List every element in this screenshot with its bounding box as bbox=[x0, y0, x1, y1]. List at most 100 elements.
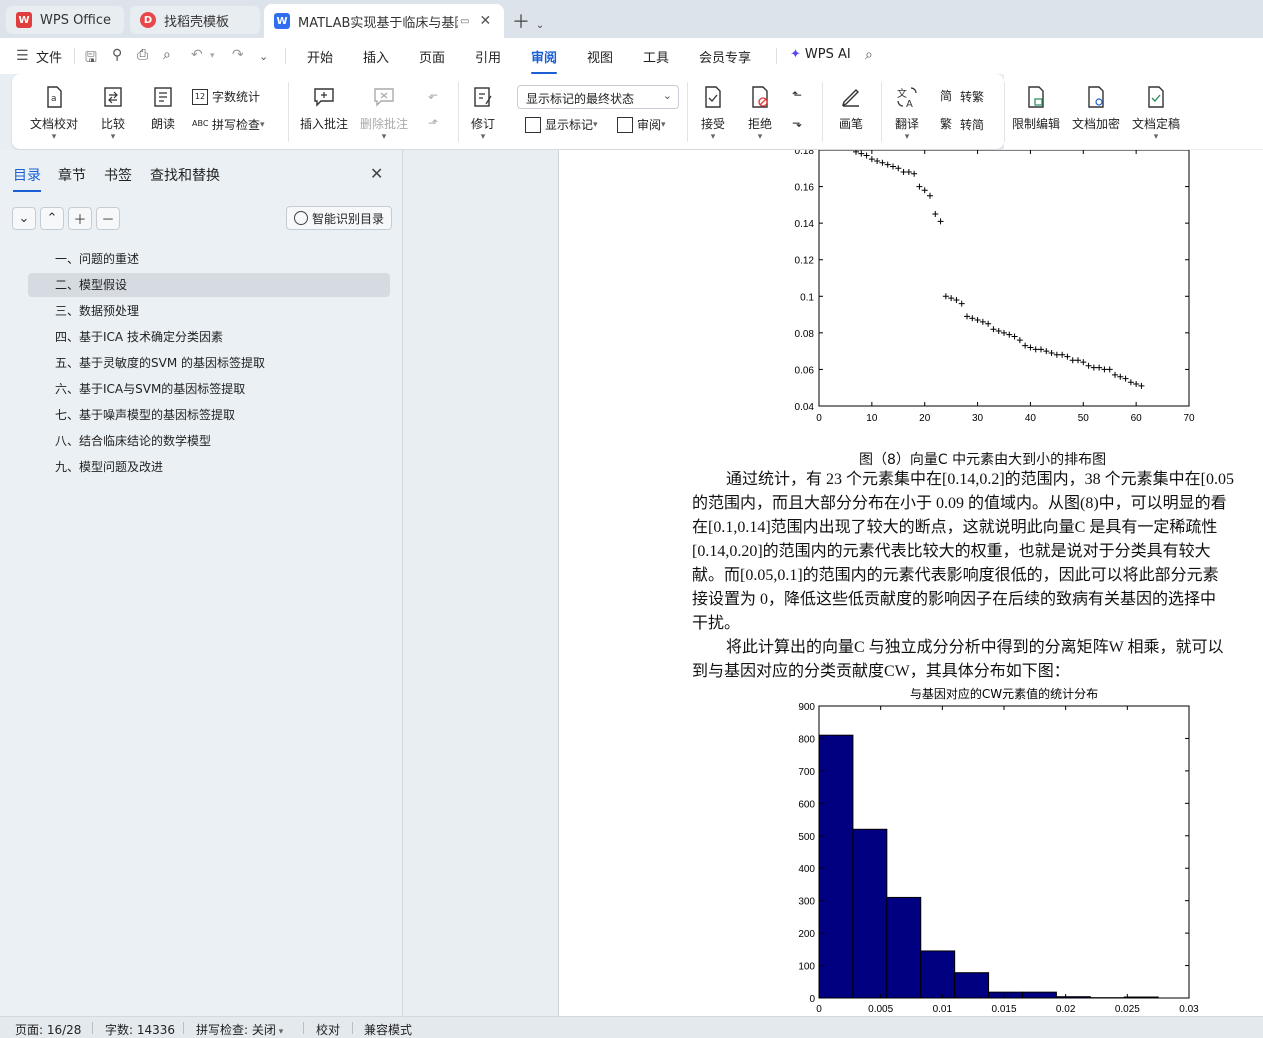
print-preview-icon[interactable]: ⌕ bbox=[163, 47, 171, 63]
compare-button[interactable]: 比较 bbox=[100, 84, 126, 142]
chevron-down-icon[interactable]: ⌄ bbox=[259, 50, 268, 63]
tab-find-replace[interactable]: 查找和替换 bbox=[150, 165, 220, 185]
paragraph-2: 将此计算出的向量C 与独立成分分析中得到的分离矩阵W 相乘，就可以 到与基因对应… bbox=[692, 636, 1263, 684]
proofread-status[interactable]: 校对 bbox=[316, 1021, 340, 1038]
tab-current-document[interactable]: W MATLAB实现基于临床与基因 ▭ ✕ bbox=[264, 4, 504, 38]
chevron-up-icon: ⌃ bbox=[46, 211, 58, 226]
hamburger-icon[interactable]: ☰ bbox=[16, 48, 29, 64]
accept-button[interactable]: 接受 bbox=[700, 84, 726, 142]
read-aloud-label: 朗读 bbox=[150, 117, 175, 131]
share-icon[interactable]: ⚲ bbox=[112, 47, 122, 63]
divider bbox=[288, 82, 289, 142]
tab-wps-office[interactable]: W WPS Office bbox=[6, 6, 124, 34]
histogram-bar bbox=[954, 972, 990, 999]
restrict-edit-button[interactable]: 限制编辑 bbox=[1012, 84, 1060, 132]
word-count-button[interactable]: 12 字数统计 bbox=[192, 88, 260, 105]
word-count-icon: 12 bbox=[192, 88, 208, 105]
x-tick-label: 0.02 bbox=[1056, 1004, 1076, 1015]
insert-comment-button[interactable]: 插入批注 bbox=[300, 84, 348, 132]
menu-file[interactable]: 文件 bbox=[36, 47, 62, 66]
toc-item[interactable]: 四、基于ICA 技术确定分类因素 bbox=[28, 325, 390, 349]
review-pane-button[interactable]: 审阅 bbox=[617, 116, 666, 133]
smart-toc-button[interactable]: 智能识别目录 bbox=[286, 206, 393, 230]
spell-check-button[interactable]: ABC 拼写检查 bbox=[192, 116, 265, 133]
menu-tools[interactable]: 工具 bbox=[643, 47, 669, 66]
next-comment-icon[interactable]: ⬏ bbox=[428, 116, 438, 130]
to-simplified-button[interactable]: 繁 转简 bbox=[940, 116, 984, 133]
toc-item[interactable]: 五、基于灵敏度的SVM 的基因标签提取 bbox=[28, 351, 390, 375]
expand-button[interactable]: ⌃ bbox=[40, 207, 64, 230]
doc-check-button[interactable]: a 文档校对 bbox=[30, 84, 78, 142]
read-aloud-button[interactable]: 朗读 bbox=[150, 84, 176, 132]
data-point bbox=[1038, 346, 1044, 353]
lock-doc-icon bbox=[1023, 84, 1049, 110]
menu-wps-ai[interactable]: ✦ WPS AI bbox=[790, 47, 851, 62]
track-changes-button[interactable]: 修订 bbox=[470, 84, 496, 142]
doc-check-icon: a bbox=[41, 84, 67, 110]
toc-item[interactable]: 八、结合临床结论的数学模型 bbox=[28, 429, 390, 453]
tab-toc[interactable]: 目录 bbox=[13, 165, 41, 192]
next-change-icon[interactable]: ⬎ bbox=[792, 116, 802, 130]
pen-button[interactable]: 画笔 bbox=[838, 84, 864, 132]
y-tick-label: 0.04 bbox=[795, 402, 815, 413]
spell-check-status[interactable]: 拼写检查: 关闭 bbox=[196, 1021, 283, 1038]
close-icon[interactable]: ✕ bbox=[479, 13, 491, 29]
reject-button[interactable]: 拒绝 bbox=[747, 84, 773, 142]
show-markup-button[interactable]: 显示标记 bbox=[525, 116, 598, 133]
menu-view[interactable]: 视图 bbox=[587, 47, 613, 66]
prev-change-icon[interactable]: ⬑ bbox=[792, 88, 802, 102]
delete-comment-button[interactable]: 删除批注 bbox=[360, 84, 408, 142]
read-aloud-icon bbox=[150, 84, 176, 110]
toc-item[interactable]: 七、基于噪声模型的基因标签提取 bbox=[28, 403, 390, 427]
insert-comment-icon bbox=[311, 84, 337, 110]
tab-sections[interactable]: 章节 bbox=[58, 165, 86, 185]
tab-bookmarks[interactable]: 书签 bbox=[104, 165, 132, 185]
data-point bbox=[911, 170, 918, 177]
print-icon[interactable]: ⎙ bbox=[137, 47, 148, 63]
save-icon[interactable]: 🖫 bbox=[85, 47, 97, 71]
plot-frame bbox=[818, 150, 1190, 407]
menu-member[interactable]: 会员专享 bbox=[699, 47, 751, 66]
close-icon[interactable]: ✕ bbox=[370, 164, 383, 183]
menu-references[interactable]: 引用 bbox=[475, 47, 501, 66]
menu-home[interactable]: 开始 bbox=[307, 47, 333, 66]
reject-icon bbox=[747, 84, 773, 110]
collapse-button[interactable]: ⌄ bbox=[12, 207, 36, 230]
data-point bbox=[879, 159, 886, 166]
menu-insert[interactable]: 插入 bbox=[363, 47, 389, 66]
undo-icon[interactable]: ↶ bbox=[191, 47, 203, 63]
chevron-down-icon[interactable]: ⌄ bbox=[536, 20, 544, 31]
navigation-panel: 目录 章节 书签 查找和替换 ✕ ⌄ ⌃ ＋ － 智能识别目录 一、问题的重述二… bbox=[0, 150, 403, 1016]
markup-state-select[interactable]: 显示标记的最终状态 ⌄ bbox=[517, 85, 679, 109]
remove-heading-button[interactable]: － bbox=[96, 207, 120, 230]
word-count-indicator[interactable]: 字数: 14336 bbox=[105, 1021, 175, 1038]
toc-item[interactable]: 一、问题的重述 bbox=[28, 247, 390, 271]
tab-docer-templates[interactable]: D 找稻壳模板 bbox=[130, 6, 260, 34]
page-indicator[interactable]: 页面: 16/28 bbox=[15, 1021, 81, 1038]
to-traditional-button[interactable]: 简 转繁 bbox=[940, 88, 984, 105]
menu-bar: ☰ 文件 🖫 ⚲ ⎙ ⌕ ↶ ▾ ↷ ⌄ 开始 插入 页面 引用 审阅 视图 工… bbox=[0, 38, 1263, 74]
prev-comment-icon[interactable]: ⬐ bbox=[428, 88, 438, 102]
search-icon[interactable]: ⌕ bbox=[865, 47, 873, 63]
redo-icon[interactable]: ↷ bbox=[232, 47, 244, 63]
toc-item[interactable]: 六、基于ICA与SVM的基因标签提取 bbox=[28, 377, 390, 401]
chevron-down-icon[interactable]: ▾ bbox=[210, 51, 215, 61]
data-point bbox=[1090, 364, 1097, 371]
data-point bbox=[1138, 382, 1145, 389]
toc-item[interactable]: 三、数据预处理 bbox=[28, 299, 390, 323]
encrypt-button[interactable]: 文档加密 bbox=[1072, 84, 1120, 132]
menu-page[interactable]: 页面 bbox=[419, 47, 445, 66]
add-heading-button[interactable]: ＋ bbox=[68, 207, 92, 230]
scatter-chart: 0 10 20 30 40 50 60 70 0.04 0.06 0.08 0.1 0.12 0.14 0.… bbox=[795, 150, 1195, 424]
new-tab-button[interactable]: ＋ ⌄ bbox=[512, 8, 544, 34]
divider bbox=[881, 82, 882, 142]
toc-item[interactable]: 九、模型问题及改进 bbox=[28, 455, 390, 479]
to-traditional-label: 转繁 bbox=[960, 90, 985, 104]
menu-review[interactable]: 审阅 bbox=[531, 47, 558, 74]
x-tick-label: 0.015 bbox=[991, 1004, 1016, 1015]
minus-icon: － bbox=[101, 213, 115, 228]
toc-item[interactable]: 二、模型假设 bbox=[28, 273, 390, 297]
paragraph-line: [0.14,0.20]的范围内的元素代表比较大的权重，也就是说对于分类具有较大 bbox=[692, 543, 1211, 560]
finalize-button[interactable]: 文档定稿 bbox=[1132, 84, 1180, 142]
translate-button[interactable]: 文A 翻译 bbox=[894, 84, 920, 142]
